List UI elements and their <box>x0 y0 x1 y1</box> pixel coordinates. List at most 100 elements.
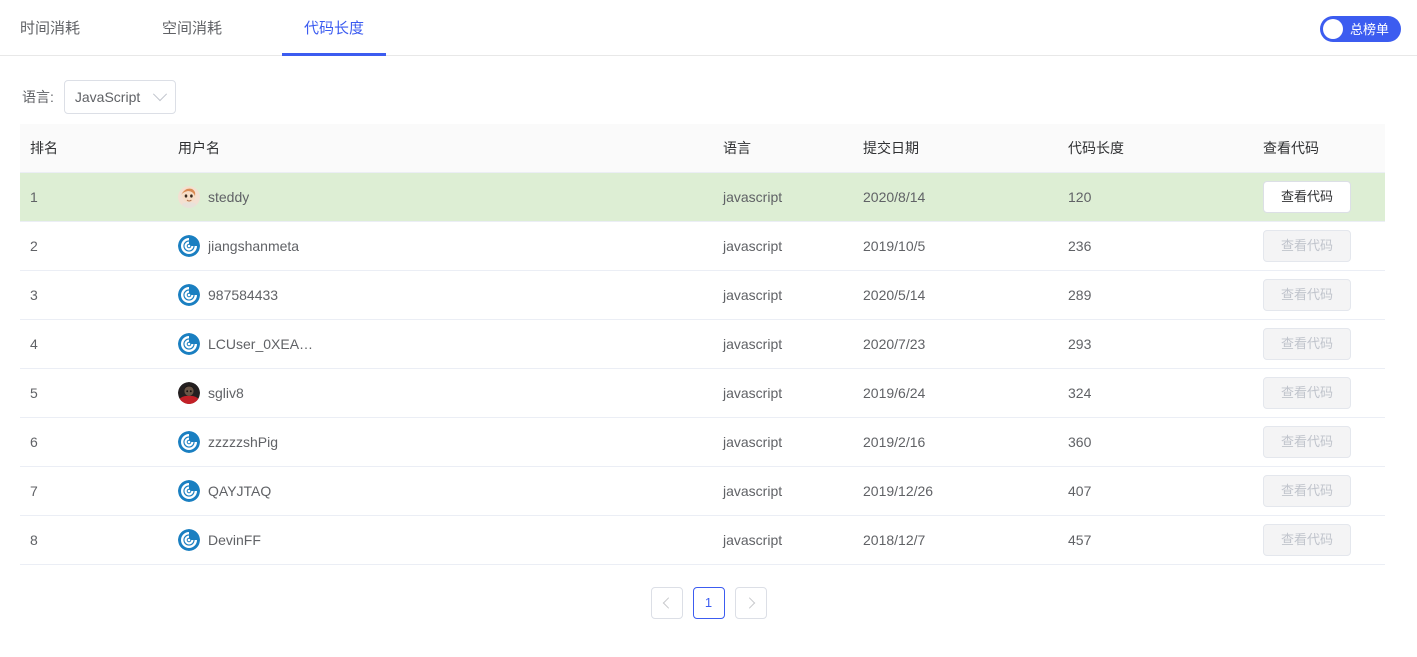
table-row[interactable]: 5 sgliv8 javascript 2019/6/24 324 查看代码 <box>20 368 1385 418</box>
tab-code-length[interactable]: 代码长度 <box>282 20 387 56</box>
cell-date: 2019/12/26 <box>853 466 1058 516</box>
view-code-button: 查看代码 <box>1263 523 1351 556</box>
cell-date: 2019/2/16 <box>853 417 1058 467</box>
tab-label: 代码长度 <box>304 20 365 37</box>
table-row[interactable]: 2 jiangshanmeta javascript 2019/10/5 236 查看代码 <box>20 221 1385 271</box>
column-header-rank: 排名 <box>20 124 168 173</box>
user-cell: LCUser_0XEA… <box>178 332 703 355</box>
avatar[interactable] <box>178 332 200 355</box>
cell-view-code: 查看代码 <box>1253 172 1385 222</box>
cell-date: 2020/5/14 <box>853 270 1058 320</box>
user-cell: sgliv8 <box>178 381 703 404</box>
user-cell: DevinFF <box>178 528 703 551</box>
username-label: QAYJTAQ <box>208 482 272 499</box>
cell-language: javascript <box>713 221 853 271</box>
table-row[interactable]: 6 zzzzzshPig javascript 2019/2/16 360 查看代码 <box>20 417 1385 467</box>
table-row[interactable]: 1 steddy javascript 2020/8/14 120 查看代码 <box>20 172 1385 222</box>
table-head: 排名 用户名 语言 提交日期 代码长度 查看代码 <box>20 124 1385 173</box>
view-code-button: 查看代码 <box>1263 474 1351 507</box>
chevron-left-icon <box>662 596 674 609</box>
table-row[interactable]: 8 DevinFF javascript 2018/12/7 457 查看代码 <box>20 515 1385 565</box>
user-cell: steddy <box>178 185 703 208</box>
cell-view-code: 查看代码 <box>1253 319 1385 369</box>
column-header-date: 提交日期 <box>853 124 1058 173</box>
tab-time-cost[interactable]: 时间消耗 <box>20 21 80 55</box>
avatar[interactable] <box>178 381 200 404</box>
pagination-next-button[interactable] <box>734 586 767 619</box>
column-header-user: 用户名 <box>168 124 713 173</box>
username-label: 987584433 <box>208 286 279 303</box>
pagination-prev-button[interactable] <box>650 586 683 619</box>
cell-language: javascript <box>713 368 853 418</box>
avatar[interactable] <box>178 479 200 502</box>
cell-rank: 5 <box>20 368 168 418</box>
cell-user: sgliv8 <box>168 368 713 418</box>
username-label: sgliv8 <box>208 384 244 401</box>
tab-label: 空间消耗 <box>162 20 223 37</box>
table-body: 1 steddy javascript 2020/8/14 120 查看代码 2 jiangs… <box>20 172 1385 565</box>
cell-language: javascript <box>713 172 853 222</box>
cell-code-length: 407 <box>1058 466 1253 516</box>
leaderboard-toggle-wrap: 总榜单 <box>1319 16 1401 42</box>
tab-label: 时间消耗 <box>20 20 81 37</box>
total-leaderboard-toggle[interactable]: 总榜单 <box>1319 16 1401 42</box>
user-cell: zzzzzshPig <box>178 430 703 453</box>
cell-code-length: 236 <box>1058 221 1253 271</box>
cell-code-length: 293 <box>1058 319 1253 369</box>
leaderboard-table: 排名 用户名 语言 提交日期 代码长度 查看代码 1 steddy javascri… <box>20 124 1385 565</box>
pagination: 1 <box>0 586 1417 619</box>
cell-view-code: 查看代码 <box>1253 270 1385 320</box>
toggle-knob-icon <box>1322 19 1343 39</box>
avatar[interactable] <box>178 430 200 453</box>
cell-view-code: 查看代码 <box>1253 417 1385 467</box>
username-label: zzzzzshPig <box>208 433 279 450</box>
table-row[interactable]: 7 QAYJTAQ javascript 2019/12/26 407 查看代码 <box>20 466 1385 516</box>
cell-code-length: 289 <box>1058 270 1253 320</box>
tab-list: 时间消耗 空间消耗 代码长度 <box>20 0 387 56</box>
cell-view-code: 查看代码 <box>1253 466 1385 516</box>
leaderboard-table-wrap: 排名 用户名 语言 提交日期 代码长度 查看代码 1 steddy javascri… <box>20 124 1385 565</box>
cell-date: 2020/8/14 <box>853 172 1058 222</box>
cell-language: javascript <box>713 515 853 565</box>
table-row[interactable]: 4 LCUser_0XEA… javascript 2020/7/23 293 查看代码 <box>20 319 1385 369</box>
cell-code-length: 457 <box>1058 515 1253 565</box>
username-label: DevinFF <box>208 531 261 548</box>
cell-language: javascript <box>713 466 853 516</box>
cell-view-code: 查看代码 <box>1253 221 1385 271</box>
avatar[interactable] <box>178 528 200 551</box>
table-row[interactable]: 3 987584433 javascript 2020/5/14 289 查看代码 <box>20 270 1385 320</box>
cell-user: QAYJTAQ <box>168 466 713 516</box>
view-code-button: 查看代码 <box>1263 425 1351 458</box>
cell-view-code: 查看代码 <box>1253 515 1385 565</box>
cell-user: jiangshanmeta <box>168 221 713 271</box>
cell-user: DevinFF <box>168 515 713 565</box>
cell-user: 987584433 <box>168 270 713 320</box>
view-code-button[interactable]: 查看代码 <box>1263 180 1351 213</box>
pagination-page-1[interactable]: 1 <box>692 586 725 619</box>
cell-date: 2019/6/24 <box>853 368 1058 418</box>
user-cell: jiangshanmeta <box>178 234 703 257</box>
user-cell: 987584433 <box>178 283 703 306</box>
avatar[interactable] <box>178 234 200 257</box>
column-header-length: 代码长度 <box>1058 124 1253 173</box>
filter-bar: 语言: JavaScript <box>0 56 1417 114</box>
cell-language: javascript <box>713 319 853 369</box>
cell-user: steddy <box>168 172 713 222</box>
avatar[interactable] <box>178 283 200 306</box>
cell-code-length: 360 <box>1058 417 1253 467</box>
username-label: steddy <box>208 188 250 205</box>
cell-rank: 4 <box>20 319 168 369</box>
cell-rank: 7 <box>20 466 168 516</box>
language-select[interactable]: JavaScript <box>63 80 176 114</box>
avatar[interactable] <box>178 185 200 208</box>
tab-active-underline <box>282 53 387 56</box>
cell-user: LCUser_0XEA… <box>168 319 713 369</box>
cell-rank: 6 <box>20 417 168 467</box>
cell-code-length: 120 <box>1058 172 1253 222</box>
tab-space-cost[interactable]: 空间消耗 <box>162 21 222 55</box>
view-code-button: 查看代码 <box>1263 327 1351 360</box>
cell-date: 2018/12/7 <box>853 515 1058 565</box>
cell-date: 2020/7/23 <box>853 319 1058 369</box>
view-code-button: 查看代码 <box>1263 229 1351 262</box>
cell-code-length: 324 <box>1058 368 1253 418</box>
